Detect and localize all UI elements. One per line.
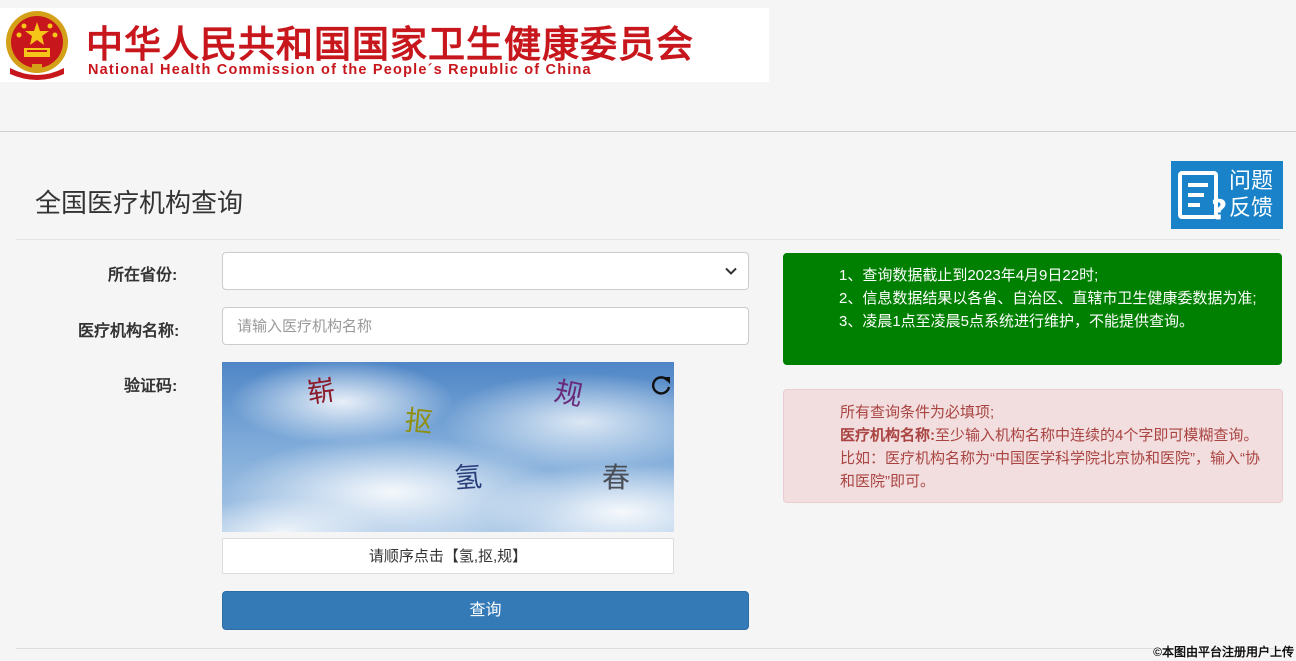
notice-line: 1、查询数据截止到2023年4月9日22时; (839, 267, 1099, 284)
watermark-text: ©本图由平台注册用户上传 (1153, 645, 1294, 659)
page-title: 全国医疗机构查询 (35, 188, 244, 218)
captcha-label: 验证码: (124, 378, 178, 395)
institution-name-input[interactable] (222, 307, 749, 345)
chevron-down-icon (725, 267, 737, 275)
refresh-icon[interactable] (650, 374, 672, 396)
captcha-instruction: 请顺序点击【氢,抠,规】 (222, 538, 674, 574)
site-logo[interactable]: 中华人民共和国国家卫生健康委员会 National Health Commiss… (0, 8, 769, 82)
query-button[interactable]: 查询 (222, 591, 749, 630)
captcha-char[interactable]: 规 (551, 370, 587, 415)
svg-text:?: ? (1211, 193, 1227, 225)
feedback-icon: ? (1178, 171, 1227, 225)
logo-chinese-name: 中华人民共和国国家卫生健康委员会 (86, 23, 694, 66)
header-divider (0, 131, 1296, 132)
requirement-detail: 医疗机构名称:至少输入机构名称中连续的4个字即可模糊查询。比如：医疗机构名称为“… (840, 424, 1260, 493)
province-label: 所在省份: (108, 267, 178, 284)
notice-line: 2、信息数据结果以各省、自治区、直辖市卫生健康委数据为准; (839, 290, 1257, 307)
captcha-char[interactable]: 氢 (453, 455, 484, 497)
captcha-char[interactable]: 崭 (304, 368, 337, 412)
captcha-image[interactable]: 崭 抠 规 氢 春 (222, 362, 674, 532)
captcha-char[interactable]: 春 (602, 456, 630, 496)
province-select[interactable] (222, 252, 749, 290)
footer-divider (16, 648, 1280, 649)
requirement-field-name: 医疗机构名称: (840, 427, 935, 444)
feedback-button[interactable]: ? 问题 反馈 (1171, 161, 1283, 229)
notice-line: 3、凌晨1点至凌晨5点系统进行维护，不能提供查询。 (839, 313, 1195, 330)
info-notice: 1、查询数据截止到2023年4月9日22时; 2、信息数据结果以各省、自治区、直… (783, 253, 1282, 365)
national-emblem-icon (6, 11, 68, 80)
institution-name-label: 医疗机构名称: (78, 323, 180, 340)
title-divider (16, 239, 1280, 240)
feedback-label: 问题 反馈 (1229, 168, 1274, 220)
captcha-char[interactable]: 抠 (403, 399, 435, 442)
requirement-intro: 所有查询条件为必填项; (840, 404, 995, 421)
requirement-notice: 所有查询条件为必填项; 医疗机构名称:至少输入机构名称中连续的4个字即可模糊查询… (783, 389, 1283, 503)
logo-english-name: National Health Commission of the People… (88, 62, 592, 78)
